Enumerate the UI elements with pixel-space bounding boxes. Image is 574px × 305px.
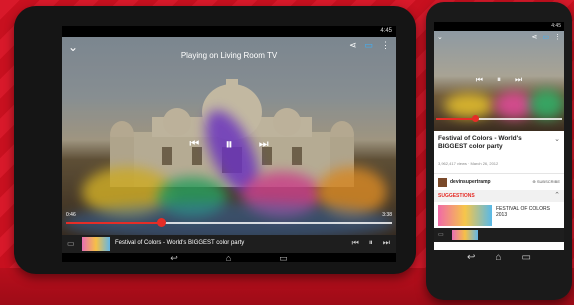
phone-playback-controls: ⏮ ⏸ ⏭: [434, 75, 564, 85]
home-nav-icon[interactable]: ⌂: [226, 253, 231, 262]
back-nav-icon[interactable]: ↩: [467, 252, 475, 263]
video-info: Festival of Colors - World's BIGGEST col…: [434, 131, 564, 173]
previous-icon[interactable]: ⏮: [352, 238, 359, 248]
home-nav-icon[interactable]: ⌂: [495, 252, 501, 263]
color-burst-yellow: [444, 93, 494, 118]
previous-icon[interactable]: ⏮: [189, 138, 199, 153]
tablet-nav-bar: ↩ ⌂ ▭: [62, 253, 396, 262]
cast-icon[interactable]: ▭: [364, 40, 373, 51]
more-icon[interactable]: ⋮: [554, 33, 561, 41]
previous-icon[interactable]: ⏮: [476, 75, 483, 85]
tablet-player-header: ⌄ Playing on Living Room TV ⋖ ▭ ⋮: [62, 37, 396, 60]
channel-row[interactable]: devinsupertramp ⊕ SUBSCRIBE: [434, 173, 564, 191]
suggestion-thumbnail: [438, 205, 492, 226]
next-icon[interactable]: ⏭: [259, 138, 269, 153]
recent-apps-icon[interactable]: ▭: [279, 253, 288, 262]
suggestion-title: FESTIVAL OF COLORS 2013: [496, 206, 550, 218]
mini-player-title: Festival of Colors - World's BIGGEST col…: [115, 240, 245, 246]
phone-mini-player[interactable]: ▭: [434, 228, 564, 242]
cast-icon[interactable]: ▭: [438, 231, 444, 238]
recent-apps-icon[interactable]: ▭: [521, 252, 530, 263]
tablet-screen: 4:45 ⌄ Playing on Living Room TV ⋖ ▭ ⋮ ⏮…: [62, 26, 396, 262]
phone-status-time: 4:45: [551, 23, 561, 29]
seek-track[interactable]: [66, 218, 392, 227]
subscribe-button[interactable]: ⊕ SUBSCRIBE: [532, 179, 560, 184]
elapsed-time: 0:46: [66, 212, 76, 218]
suggestions-header: SUGGESTIONS ⌃: [434, 190, 564, 202]
next-icon[interactable]: ⏭: [515, 75, 522, 85]
phone-status-bar: 4:45: [434, 22, 564, 31]
tablet-status-bar: 4:45: [62, 26, 396, 37]
mini-thumbnail: [82, 237, 110, 251]
color-burst-pink: [494, 91, 534, 119]
seek-handle[interactable]: [156, 218, 166, 227]
seek-handle[interactable]: [472, 115, 480, 122]
share-icon[interactable]: ⋖: [349, 40, 357, 51]
tablet-mini-player[interactable]: ▭ Festival of Colors - World's BIGGEST c…: [62, 235, 396, 253]
phone-screen: 4:45 ⌄ ⋖ ▭ ⋮ ⏮ ⏸ ⏭ Festival of Colors - …: [434, 22, 564, 250]
next-icon[interactable]: ⏭: [383, 238, 390, 248]
share-icon[interactable]: ⋖: [532, 33, 538, 41]
tablet-playback-controls: ⏮ ⏸ ⏭: [62, 136, 396, 153]
mini-controls: ⏮ ⏸ ⏭: [352, 238, 390, 248]
expand-chevron-icon[interactable]: ⌄: [554, 135, 560, 143]
cast-icon[interactable]: ▭: [542, 33, 549, 41]
suggestions-label: SUGGESTIONS: [438, 193, 475, 199]
casting-title: Playing on Living Room TV: [180, 51, 278, 60]
back-nav-icon[interactable]: ↩: [170, 253, 178, 262]
chevron-up-icon[interactable]: ⌃: [554, 191, 560, 199]
phone-nav-bar: ↩ ⌂ ▭: [426, 252, 572, 263]
pause-icon[interactable]: ⏸: [225, 136, 233, 153]
tablet-header-icons: ⋖ ▭ ⋮: [349, 40, 390, 51]
phone-device: 4:45 ⌄ ⋖ ▭ ⋮ ⏮ ⏸ ⏭ Festival of Colors - …: [426, 2, 572, 300]
video-title: Festival of Colors - World's BIGGEST col…: [438, 135, 522, 150]
phone-header-icons: ⋖ ▭ ⋮: [532, 33, 562, 41]
pause-icon[interactable]: ⏸: [369, 238, 373, 248]
chevron-down-icon[interactable]: ⌄: [437, 33, 443, 41]
channel-name[interactable]: devinsupertramp: [450, 179, 491, 185]
tablet-device: 4:45 ⌄ Playing on Living Room TV ⋖ ▭ ⋮ ⏮…: [14, 6, 416, 274]
cast-icon[interactable]: ▭: [67, 239, 75, 248]
tablet-status-time: 4:45: [380, 28, 392, 34]
seek-progress-fill: [66, 222, 161, 224]
pause-icon[interactable]: ⏸: [497, 75, 501, 85]
more-icon[interactable]: ⋮: [381, 40, 390, 51]
mini-thumbnail: [452, 230, 478, 240]
phone-seek-track[interactable]: [436, 115, 562, 122]
phone-video-player[interactable]: ⌄ ⋖ ▭ ⋮ ⏮ ⏸ ⏭: [434, 31, 564, 131]
suggestion-item[interactable]: FESTIVAL OF COLORS 2013: [434, 202, 564, 228]
channel-avatar: [438, 178, 447, 187]
total-time: 3:38: [382, 212, 392, 218]
tablet-seek-bar: 0:46 3:38: [62, 212, 396, 232]
color-burst-green: [529, 89, 564, 119]
seek-progress-fill: [436, 118, 476, 120]
video-meta: 3,962,417 views · March 26, 2012: [438, 161, 499, 166]
